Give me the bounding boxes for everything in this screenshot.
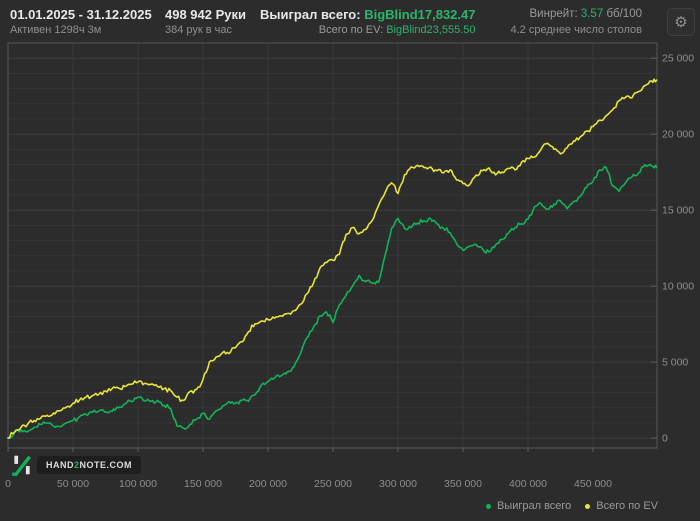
legend-dot-green <box>485 503 491 509</box>
y-tick-label: 25 000 <box>662 53 694 65</box>
y-tick-label: 20 000 <box>662 129 694 141</box>
x-tick-label: 200 000 <box>249 478 287 490</box>
avg-tables: 4.2 среднее число столов <box>510 24 642 36</box>
series-line-ev[interactable] <box>7 78 658 439</box>
x-tick-label: 300 000 <box>379 478 417 490</box>
wordmark-part1: HAND <box>46 460 74 470</box>
hand2note-wordmark: HAND2NOTE.COM <box>37 456 142 474</box>
legend-item-won[interactable]: Выиграл всего <box>485 500 572 512</box>
x-tick-label: 450 000 <box>574 478 612 490</box>
winrate-unit: бб/100 <box>606 8 642 20</box>
date-block: 01.01.2025 - 31.12.2025 Активен 1298ч 3м <box>10 6 152 37</box>
hands-total: 498 942 Руки <box>165 7 247 22</box>
chart-legend: Выиграл всего Всего по EV <box>485 500 658 512</box>
stats-header: 01.01.2025 - 31.12.2025 Активен 1298ч 3м… <box>0 0 700 43</box>
wordmark-part3: NOTE.COM <box>79 460 133 470</box>
hand2note-logo-icon <box>12 455 31 476</box>
winrate-value: 3.57 <box>580 8 604 20</box>
hand2note-graph-window: 0 5 000 10 000 15 000 20 000 25 000 0 50 000 100… <box>0 0 700 521</box>
won-value: BigBlind17,832.47 <box>364 7 476 22</box>
won-label: Выиграл всего: <box>260 7 361 22</box>
hand2note-logo: HAND2NOTE.COM <box>10 453 142 477</box>
winrate-label: Винрейт: <box>529 8 578 20</box>
x-tick-label: 250 000 <box>314 478 352 490</box>
x-tick-label: 400 000 <box>509 478 547 490</box>
legend-dot-yellow <box>585 503 591 509</box>
ev-value: BigBlind23,555.50 <box>386 24 476 36</box>
y-tick-label: 10 000 <box>662 281 694 293</box>
winnings-chart[interactable]: 0 5 000 10 000 15 000 20 000 25 000 0 50 000 100… <box>0 0 700 521</box>
date-range: 01.01.2025 - 31.12.2025 <box>10 7 152 22</box>
legend-item-ev[interactable]: Всего по EV <box>585 500 658 512</box>
y-tick-label: 15 000 <box>662 205 694 217</box>
hands-per-hour: 384 рук в час <box>165 24 233 36</box>
legend-label-ev: Всего по EV <box>596 500 658 512</box>
x-tick-label: 150 000 <box>184 478 222 490</box>
winrate-block: Винрейт: 3.57 бб/100 4.2 среднее число с… <box>510 6 642 37</box>
y-tick-label: 5 000 <box>662 357 688 369</box>
winnings-block: Выиграл всего: BigBlind17,832.47 Всего п… <box>260 6 476 37</box>
x-tick-label: 100 000 <box>119 478 157 490</box>
active-time: Активен 1298ч 3м <box>10 24 102 36</box>
ev-label: Всего по EV: <box>318 24 384 36</box>
y-tick-label: 0 <box>662 433 668 445</box>
hands-block: 498 942 Руки 384 рук в час <box>165 6 246 37</box>
x-tick-label: 50 000 <box>57 478 89 490</box>
x-tick-label: 0 <box>5 478 11 490</box>
legend-label-won: Выиграл всего <box>496 500 572 512</box>
x-tick-label: 350 000 <box>444 478 482 490</box>
gear-icon[interactable]: ⚙ <box>667 8 695 36</box>
